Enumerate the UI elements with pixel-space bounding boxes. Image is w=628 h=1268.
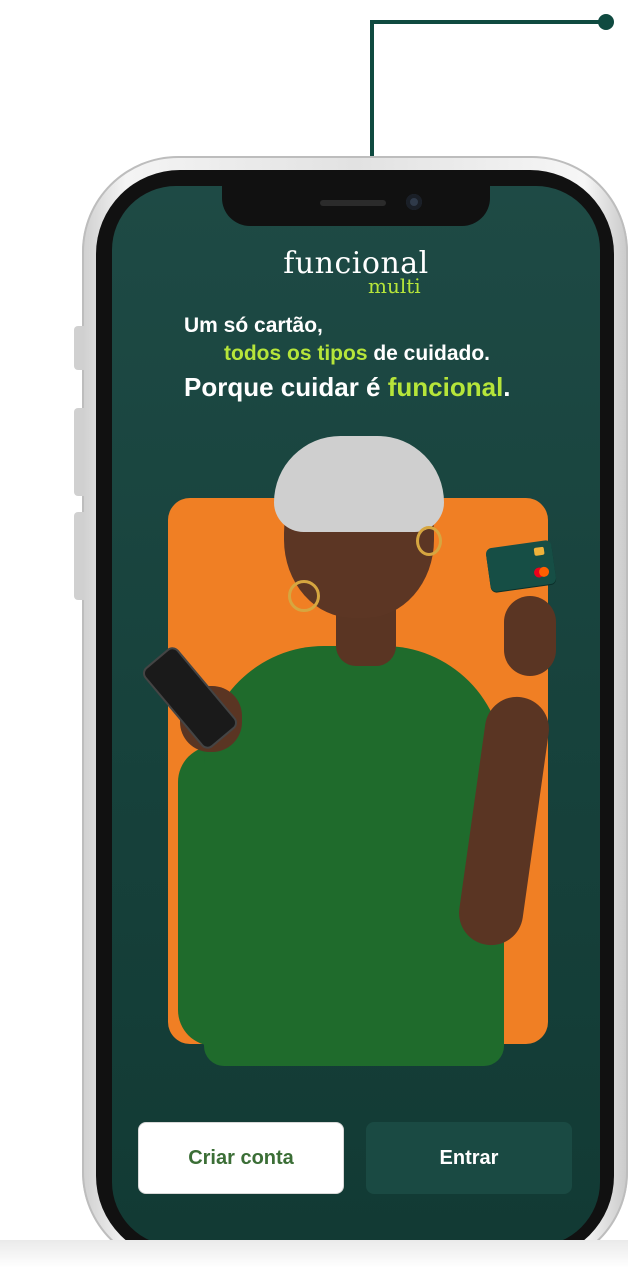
phone-mute-switch <box>74 326 84 370</box>
logo-submark: multi <box>368 274 421 298</box>
callout-dot <box>598 14 614 30</box>
phone-volume-up <box>74 408 84 496</box>
brand-logo: funcional multi <box>112 246 600 298</box>
callout-line-horizontal <box>370 20 606 24</box>
headline-line-2: todos os tipos de cuidado. <box>224 342 490 366</box>
mastercard-logo <box>538 566 550 578</box>
bottom-fade <box>0 1240 628 1268</box>
app-screen: funcional multi Um só cartão, todos os t… <box>112 186 600 1246</box>
card-chip-icon <box>533 546 545 556</box>
earring-icon <box>288 580 320 612</box>
hero-person-body <box>204 646 504 1066</box>
credit-card-icon <box>485 539 557 593</box>
phone-volume-down <box>74 512 84 600</box>
speaker-icon <box>320 200 386 206</box>
hero-person-right-hand <box>504 596 556 676</box>
callout-line-vertical <box>370 20 374 160</box>
camera-icon <box>406 194 422 210</box>
phone-notch <box>222 186 490 226</box>
headline-line-2-highlight: todos os tipos <box>224 342 368 365</box>
hero-person-hair <box>274 436 444 532</box>
headline-line-1: Um só cartão, <box>184 314 323 337</box>
headline-line-3: Porque cuidar é funcional. <box>184 372 511 403</box>
headline-line-3-start: Porque cuidar é <box>184 372 388 402</box>
headline-line-2-rest: de cuidado. <box>367 342 491 365</box>
headline-line-3-highlight: funcional <box>387 372 504 402</box>
create-account-button[interactable]: Criar conta <box>138 1122 344 1194</box>
sign-in-button[interactable]: Entrar <box>366 1122 572 1194</box>
headline-line-3-end: . <box>503 372 511 402</box>
earring-icon <box>416 526 442 556</box>
